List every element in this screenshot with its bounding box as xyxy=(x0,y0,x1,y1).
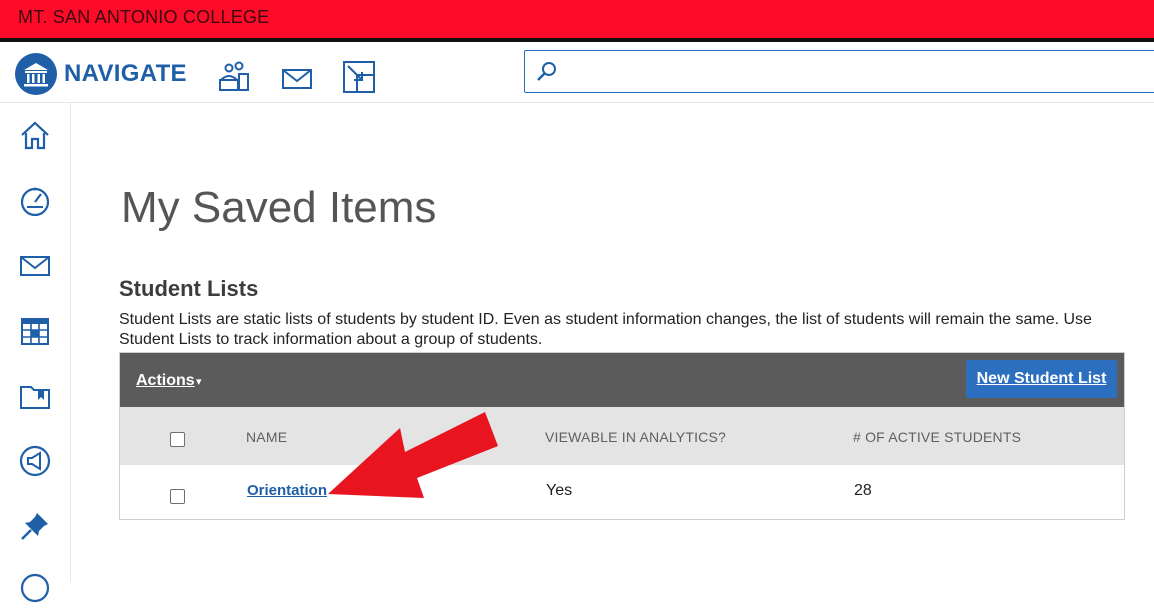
column-header-name[interactable]: NAME xyxy=(246,429,287,445)
column-header-active-students[interactable]: # OF ACTIVE STUDENTS xyxy=(853,429,1021,445)
viewable-value: Yes xyxy=(546,482,573,499)
actions-menu[interactable]: Actions xyxy=(136,372,195,390)
folder-icon[interactable] xyxy=(18,379,52,413)
building-icon xyxy=(24,63,48,87)
navigate-logo[interactable] xyxy=(15,53,57,95)
search-box[interactable] xyxy=(524,50,1154,93)
college-bar: MT. SAN ANTONIO COLLEGE xyxy=(0,0,1154,38)
info-icon[interactable] xyxy=(18,571,52,605)
sidebar xyxy=(0,103,71,603)
column-header-viewable[interactable]: VIEWABLE IN ANALYTICS? xyxy=(545,429,726,445)
section-title: Student Lists xyxy=(119,276,259,301)
home-icon[interactable] xyxy=(18,119,52,153)
search-input[interactable] xyxy=(565,57,1145,87)
active-students-value: 28 xyxy=(854,482,872,499)
college-name: MT. SAN ANTONIO COLLEGE xyxy=(18,7,270,27)
resize-icon[interactable] xyxy=(342,60,376,94)
table-header: NAME VIEWABLE IN ANALYTICS? # OF ACTIVE … xyxy=(120,407,1124,465)
mail-icon[interactable] xyxy=(18,249,52,283)
new-student-list-button[interactable]: New Student List xyxy=(966,360,1117,398)
table-row: Orientation Yes 28 xyxy=(120,465,1124,519)
select-all-checkbox[interactable] xyxy=(170,432,185,447)
list-name-link[interactable]: Orientation xyxy=(247,482,327,499)
students-icon[interactable] xyxy=(217,60,251,94)
calendar-icon[interactable] xyxy=(18,314,52,348)
caret-down-icon[interactable]: ▾ xyxy=(196,375,202,388)
brand-name[interactable]: NAVIGATE xyxy=(64,60,187,88)
section-description: Student Lists are static lists of studen… xyxy=(119,311,1092,348)
app-header: NAVIGATE xyxy=(0,42,1154,103)
dashboard-icon[interactable] xyxy=(18,184,52,218)
page-title: My Saved Items xyxy=(121,183,437,232)
row-checkbox[interactable] xyxy=(170,489,185,504)
megaphone-icon[interactable] xyxy=(18,444,52,478)
pin-icon[interactable] xyxy=(18,509,52,543)
table-toolbar: Actions ▾ New Student List xyxy=(120,353,1124,407)
annotation-arrow-icon xyxy=(328,412,498,498)
mail-icon[interactable] xyxy=(280,60,314,94)
search-icon xyxy=(537,62,556,81)
student-lists-table: Actions ▾ New Student List NAME VIEWABLE… xyxy=(119,352,1125,520)
